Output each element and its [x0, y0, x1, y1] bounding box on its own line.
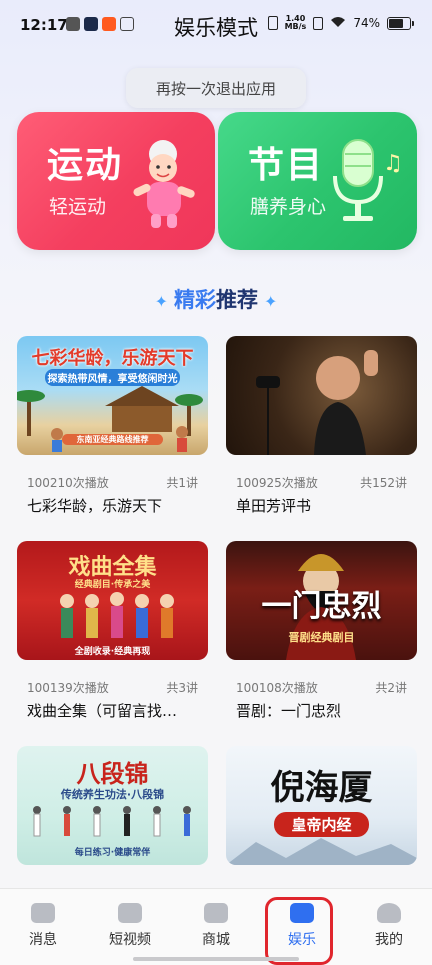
program-card-title: 节目 [248, 145, 325, 186]
battery-icon [387, 16, 411, 30]
recommend-title: 晋剧：一门忠烈 [236, 702, 342, 720]
svg-text:♫: ♫ [383, 151, 403, 176]
recommend-title: 单田芳评书 [236, 497, 312, 515]
video-icon [118, 903, 142, 923]
play-count: 100210次播放 [27, 476, 109, 490]
grandma-icon [133, 140, 195, 228]
sport-card-subtitle: 轻运动 [49, 196, 107, 218]
program-card-subtitle: 膳养身心 [250, 196, 327, 218]
status-indicators: 1.40 MB/s 74% [267, 14, 414, 31]
nihaixia-thumbnail: 倪海厦 皇帝内经 [226, 746, 417, 865]
network-speed: 1.40 MB/s [284, 14, 307, 31]
program-card[interactable]: 节目 膳养身心 ♫ [218, 112, 417, 250]
battery-percent: 74% [353, 16, 380, 30]
recommend-card[interactable]: 倪海厦 皇帝内经 [226, 746, 417, 865]
recommend-title: 戏曲全集（可留言找… [27, 702, 178, 720]
wifi-icon [330, 16, 346, 31]
status-bar: 12:17 娱乐模式 1.40 MB/s 74% [0, 0, 432, 52]
home-indicator[interactable] [133, 957, 299, 961]
vibrate-icon [267, 16, 278, 30]
sparkle-icon: ✦ [264, 292, 278, 311]
sport-card-title: 运动 [47, 145, 124, 186]
episode-count: 共1讲 [166, 476, 198, 490]
episode-count: 共2讲 [375, 681, 407, 695]
nav-message[interactable]: 消息 [8, 903, 78, 949]
opera-thumbnail: 戏曲全集 经典剧目·传承之美 全剧收录·经典再现 [17, 541, 208, 660]
sparkle-icon: ✦ [154, 292, 168, 311]
shop-icon [204, 903, 228, 923]
nav-profile[interactable]: 我的 [354, 903, 424, 949]
sim-icon [313, 16, 324, 30]
recommend-card[interactable]: 一门忠烈 晋剧经典剧目 100108次播放 共2讲 晋剧：一门忠烈 [226, 541, 417, 721]
storyteller-thumbnail [226, 336, 417, 455]
episode-count: 共3讲 [166, 681, 198, 695]
recommend-title: 七彩华龄，乐游天下 [27, 497, 163, 515]
travel-thumbnail: 七彩华龄，乐游天下 探索热带风情，享受悠闲时光 东南亚经典路线推荐 [17, 336, 208, 455]
recommend-card[interactable]: 七彩华龄，乐游天下 探索热带风情，享受悠闲时光 东南亚经典路线推荐 100210… [17, 336, 208, 516]
recommend-card[interactable]: 八段锦 传统养生功法·八段锦 每日练习·健康常伴 [17, 746, 208, 865]
baduanjin-thumbnail: 八段锦 传统养生功法·八段锦 每日练习·健康常伴 [17, 746, 208, 865]
exit-toast: 再按一次退出应用 [126, 68, 306, 108]
message-icon [31, 903, 55, 923]
bottom-nav: 消息 短视频 商城 娱乐 我的 [0, 888, 432, 965]
recommend-section-title: ✦ 精彩推荐 ✦ [154, 288, 278, 312]
jinju-thumbnail: 一门忠烈 晋剧经典剧目 [226, 541, 417, 660]
active-tab-highlight [265, 897, 333, 965]
microphone-icon: ♫ [333, 139, 403, 221]
play-count: 100925次播放 [236, 476, 318, 490]
nav-shop[interactable]: 商城 [181, 903, 251, 949]
nav-short-video[interactable]: 短视频 [95, 903, 165, 949]
play-count: 100139次播放 [27, 681, 109, 695]
episode-count: 共152讲 [360, 476, 407, 490]
sport-card[interactable]: 运动 轻运动 [17, 112, 215, 250]
recommend-card[interactable]: 100925次播放 共152讲 单田芳评书 [226, 336, 417, 516]
play-count: 100108次播放 [236, 681, 318, 695]
profile-icon [377, 903, 401, 923]
recommend-card[interactable]: 戏曲全集 经典剧目·传承之美 全剧收录·经典再现 100139次播放 共3讲 戏曲… [17, 541, 208, 721]
